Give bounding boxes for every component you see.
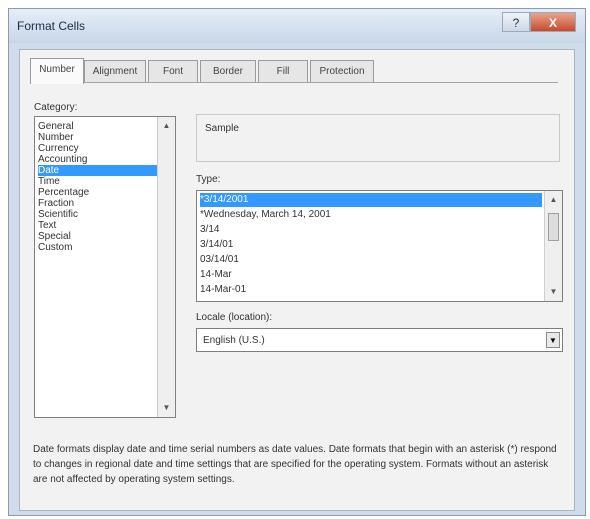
title-bar[interactable]: Format Cells ? X: [9, 9, 585, 43]
category-list[interactable]: General Number Currency Accounting Date …: [34, 116, 176, 418]
type-item[interactable]: *Wednesday, March 14, 2001: [200, 208, 542, 222]
help-button[interactable]: ?: [502, 12, 530, 32]
type-scrollbar[interactable]: ▲ ▼: [544, 191, 562, 301]
type-item[interactable]: *3/14/2001: [200, 193, 542, 207]
locale-label: Locale (location):: [196, 312, 273, 323]
category-label: Category:: [34, 102, 78, 113]
scroll-down-icon[interactable]: ▼: [158, 401, 175, 415]
tab-border[interactable]: Border: [200, 60, 256, 82]
category-item-fraction[interactable]: Fraction: [38, 198, 157, 209]
category-scrollbar[interactable]: ▲ ▼: [157, 117, 175, 417]
category-item-date[interactable]: Date: [38, 165, 157, 176]
chevron-down-icon[interactable]: ▼: [546, 332, 560, 348]
locale-value: English (U.S.): [203, 335, 265, 346]
category-item-text[interactable]: Text: [38, 220, 157, 231]
category-item-scientific[interactable]: Scientific: [38, 209, 157, 220]
scroll-up-icon[interactable]: ▲: [545, 193, 562, 207]
tab-alignment[interactable]: Alignment: [84, 60, 146, 82]
category-item-percentage[interactable]: Percentage: [38, 187, 157, 198]
type-list[interactable]: *3/14/2001 *Wednesday, March 14, 2001 3/…: [196, 190, 563, 302]
format-description: Date formats display date and time seria…: [33, 444, 557, 485]
scroll-up-icon[interactable]: ▲: [158, 119, 175, 133]
category-item-custom[interactable]: Custom: [38, 242, 157, 253]
close-button[interactable]: X: [530, 12, 576, 32]
tab-font[interactable]: Font: [148, 60, 198, 82]
category-item-general[interactable]: General: [38, 121, 157, 132]
sample-label: Sample: [205, 123, 239, 134]
category-item-currency[interactable]: Currency: [38, 143, 157, 154]
format-cells-dialog: Format Cells ? X Number Alignment Font B…: [8, 8, 586, 516]
scrollbar-thumb[interactable]: [548, 213, 559, 241]
tab-protection[interactable]: Protection: [310, 60, 374, 82]
locale-select[interactable]: English (U.S.) ▼: [196, 328, 563, 352]
dialog-title: Format Cells: [17, 19, 86, 33]
category-item-accounting[interactable]: Accounting: [38, 154, 157, 165]
tab-divider: [30, 82, 558, 83]
type-item[interactable]: 14-Mar-01: [200, 283, 542, 297]
type-label: Type:: [196, 174, 221, 185]
category-item-number[interactable]: Number: [38, 132, 157, 143]
sample-group: Sample: [196, 114, 560, 162]
type-item[interactable]: 3/14: [200, 223, 542, 237]
type-item[interactable]: 03/14/01: [200, 253, 542, 267]
tab-number[interactable]: Number: [30, 58, 84, 84]
dialog-panel: Number Alignment Font Border Fill Protec…: [19, 49, 575, 511]
type-item[interactable]: 3/14/01: [200, 238, 542, 252]
category-item-special[interactable]: Special: [38, 231, 157, 242]
tab-fill[interactable]: Fill: [258, 60, 308, 82]
type-item[interactable]: 14-Mar: [200, 268, 542, 282]
category-item-time[interactable]: Time: [38, 176, 157, 187]
scroll-down-icon[interactable]: ▼: [545, 285, 562, 299]
